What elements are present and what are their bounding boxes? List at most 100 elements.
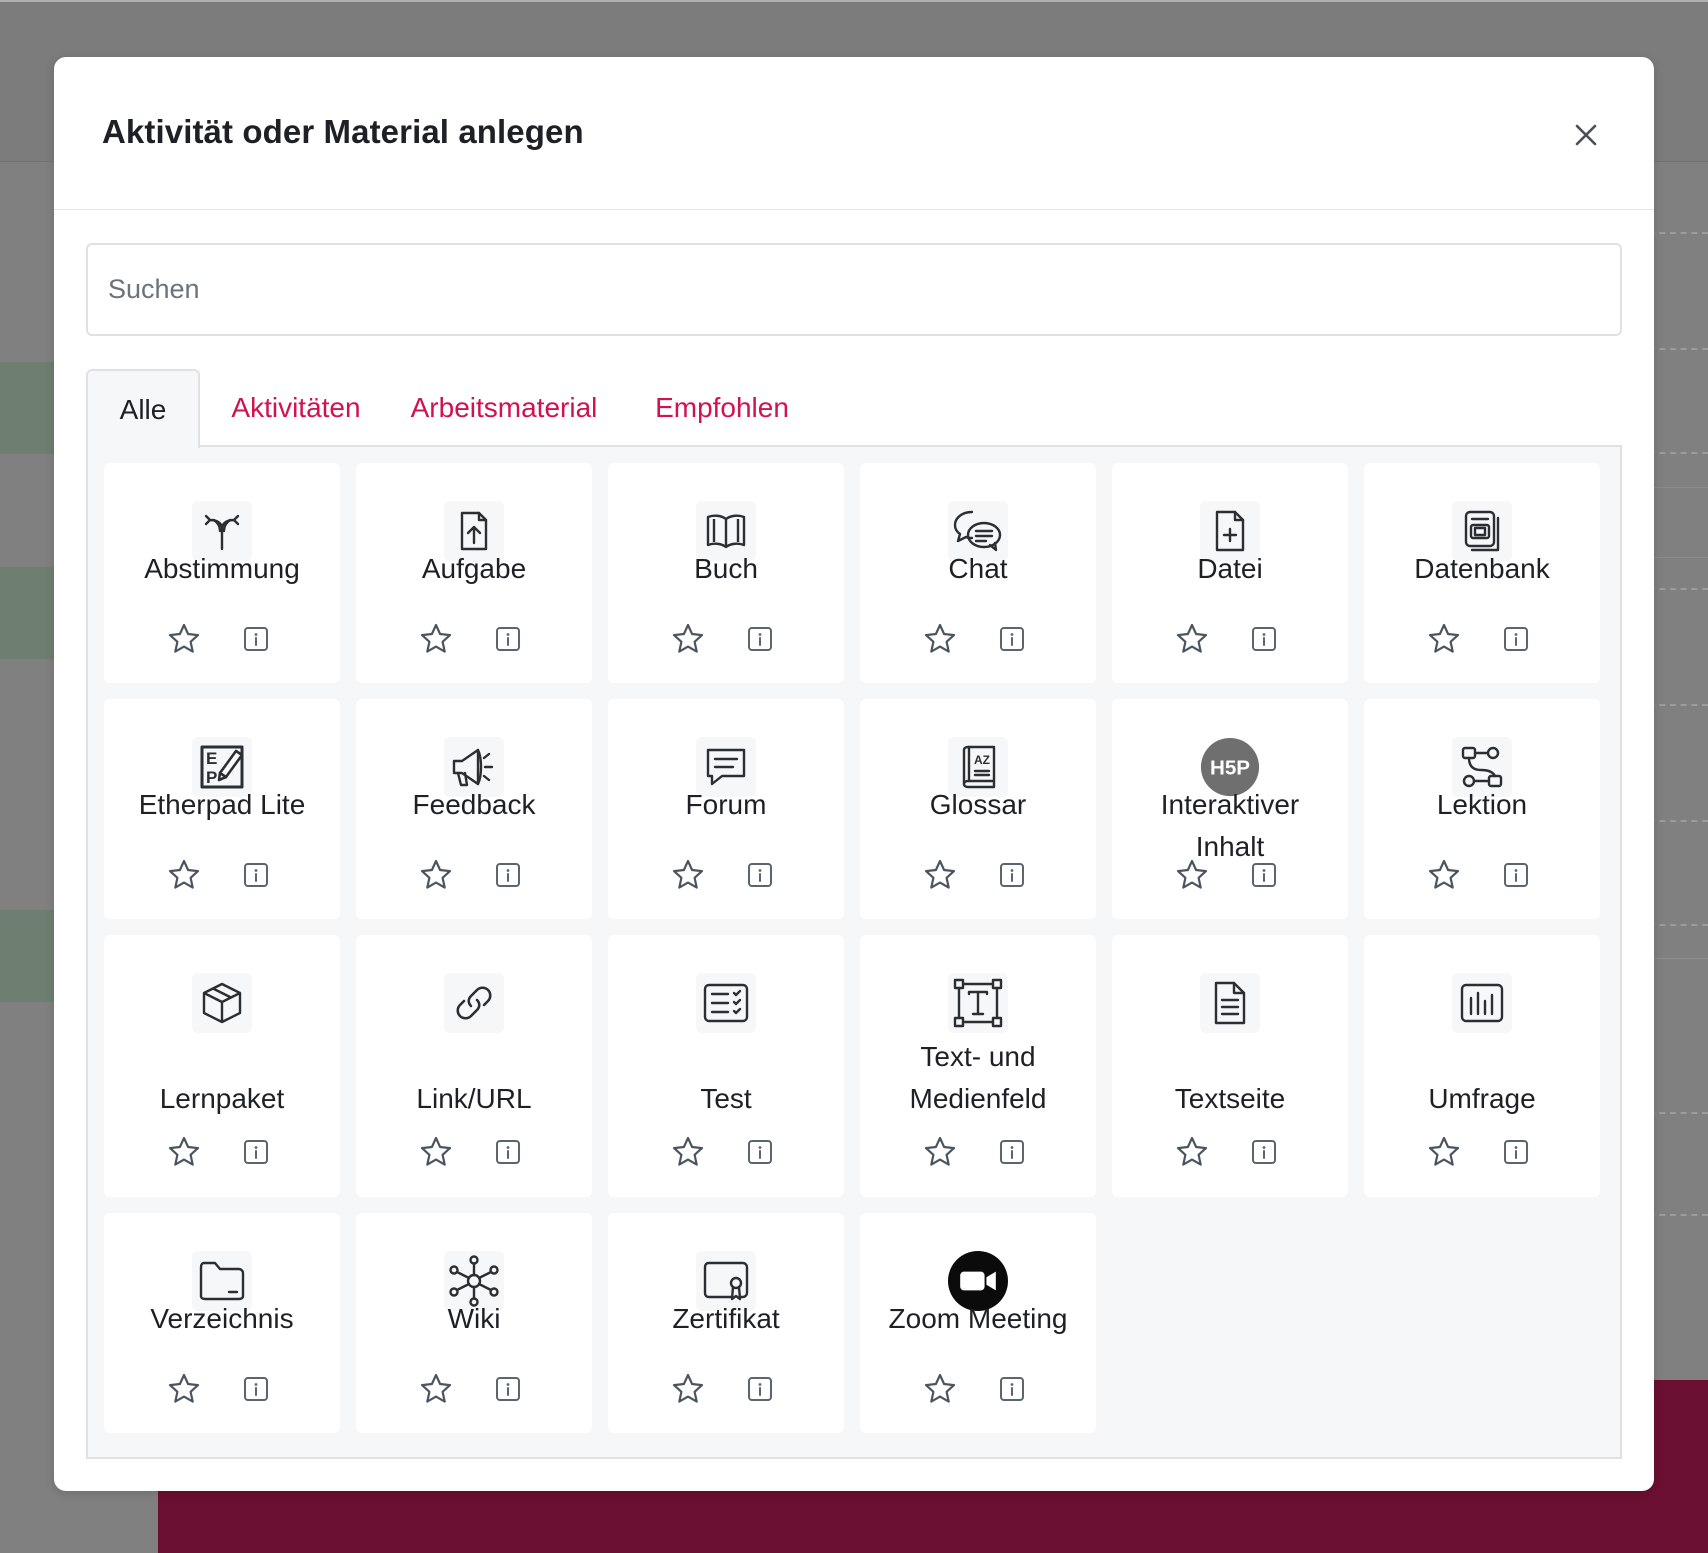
star-button[interactable]	[164, 1369, 204, 1409]
activity-card[interactable]: Chat	[860, 463, 1096, 683]
star-button[interactable]	[1424, 855, 1464, 895]
tab-recommended[interactable]: Empfohlen	[648, 369, 796, 446]
activity-label: Umfrage	[1428, 1083, 1536, 1114]
background-line	[1648, 557, 1708, 558]
info-icon	[496, 863, 520, 887]
info-button[interactable]	[1498, 857, 1534, 893]
info-button[interactable]	[994, 1371, 1030, 1407]
info-button[interactable]	[238, 1134, 274, 1170]
info-icon	[244, 863, 268, 887]
activity-card[interactable]: Abstimmung	[104, 463, 340, 683]
info-button[interactable]	[238, 621, 274, 657]
star-button[interactable]	[1172, 1132, 1212, 1172]
star-button[interactable]	[668, 855, 708, 895]
star-button[interactable]	[1172, 855, 1212, 895]
activity-card[interactable]: Datei	[1112, 463, 1348, 683]
activity-card[interactable]: Aufgabe	[356, 463, 592, 683]
activity-card[interactable]: H5P Interaktiver Inhalt	[1112, 699, 1348, 919]
info-button[interactable]	[490, 621, 526, 657]
star-icon	[168, 623, 200, 653]
star-button[interactable]	[920, 1369, 960, 1409]
star-icon	[672, 859, 704, 889]
info-button[interactable]	[1246, 857, 1282, 893]
info-button[interactable]	[238, 857, 274, 893]
activity-label: Textseite	[1174, 1083, 1286, 1114]
activity-card[interactable]: Lernpaket	[104, 935, 340, 1197]
background-line	[1648, 958, 1708, 959]
star-button[interactable]	[164, 1132, 204, 1172]
info-icon	[244, 627, 268, 651]
star-button[interactable]	[1424, 1132, 1464, 1172]
activity-card[interactable]: E P Etherpad Lite	[104, 699, 340, 919]
svg-text:E: E	[206, 749, 217, 768]
star-button[interactable]	[416, 1369, 456, 1409]
survey-icon	[1452, 973, 1512, 1033]
info-icon	[1504, 1140, 1528, 1164]
info-button[interactable]	[238, 1371, 274, 1407]
star-icon	[420, 623, 452, 653]
star-button[interactable]	[668, 619, 708, 659]
activity-card[interactable]: Forum	[608, 699, 844, 919]
info-button[interactable]	[994, 621, 1030, 657]
star-button[interactable]	[920, 619, 960, 659]
search-input[interactable]	[86, 243, 1622, 336]
info-icon	[496, 1377, 520, 1401]
tab-activities[interactable]: Aktivitäten	[216, 369, 376, 446]
activity-card[interactable]: AZ Glossar	[860, 699, 1096, 919]
star-button[interactable]	[920, 1132, 960, 1172]
star-button[interactable]	[1424, 619, 1464, 659]
info-button[interactable]	[1246, 621, 1282, 657]
activity-card[interactable]: Zertifikat	[608, 1213, 844, 1433]
activity-label: Test	[700, 1083, 752, 1114]
modal-title: Aktivität oder Material anlegen	[102, 113, 584, 150]
activity-card[interactable]: Wiki	[356, 1213, 592, 1433]
star-button[interactable]	[416, 855, 456, 895]
activity-card[interactable]: Textseite	[1112, 935, 1348, 1197]
activity-card[interactable]: Text- und Medienfeld	[860, 935, 1096, 1197]
star-button[interactable]	[1172, 619, 1212, 659]
activity-label: Verzeichnis	[150, 1303, 294, 1334]
info-button[interactable]	[490, 857, 526, 893]
activity-label: Abstimmung	[144, 553, 300, 584]
activity-label: Zoom Meeting	[888, 1303, 1068, 1334]
star-button[interactable]	[164, 855, 204, 895]
activity-card[interactable]: Test	[608, 935, 844, 1197]
activity-card[interactable]: Zoom Meeting	[860, 1213, 1096, 1433]
close-button[interactable]	[1566, 115, 1606, 155]
info-button[interactable]	[742, 857, 778, 893]
activity-card[interactable]: Feedback	[356, 699, 592, 919]
star-button[interactable]	[668, 1369, 708, 1409]
info-icon	[1000, 1140, 1024, 1164]
star-button[interactable]	[416, 1132, 456, 1172]
activity-chooser-modal: Aktivität oder Material anlegen Alle Akt…	[54, 57, 1654, 1491]
star-button[interactable]	[164, 619, 204, 659]
info-button[interactable]	[1498, 1134, 1534, 1170]
info-button[interactable]	[994, 1134, 1030, 1170]
svg-text:AZ: AZ	[974, 753, 990, 767]
info-icon	[1504, 627, 1528, 651]
info-button[interactable]	[490, 1134, 526, 1170]
tab-resources[interactable]: Arbeitsmaterial	[402, 369, 606, 446]
background-block	[0, 567, 60, 659]
info-button[interactable]	[742, 1371, 778, 1407]
star-button[interactable]	[668, 1132, 708, 1172]
star-icon	[1428, 859, 1460, 889]
info-button[interactable]	[1498, 621, 1534, 657]
activity-card[interactable]: Link/URL	[356, 935, 592, 1197]
info-button[interactable]	[490, 1371, 526, 1407]
activity-card[interactable]: Verzeichnis	[104, 1213, 340, 1433]
star-icon	[1176, 859, 1208, 889]
star-button[interactable]	[920, 855, 960, 895]
info-button[interactable]	[994, 857, 1030, 893]
info-button[interactable]	[742, 621, 778, 657]
activity-label: Glossar	[929, 789, 1027, 820]
star-button[interactable]	[416, 619, 456, 659]
info-button[interactable]	[742, 1134, 778, 1170]
tab-all[interactable]: Alle	[86, 369, 200, 448]
activity-card[interactable]: Datenbank	[1364, 463, 1600, 683]
info-button[interactable]	[1246, 1134, 1282, 1170]
star-icon	[672, 1373, 704, 1403]
activity-card[interactable]: Lektion	[1364, 699, 1600, 919]
activity-card[interactable]: Umfrage	[1364, 935, 1600, 1197]
activity-card[interactable]: Buch	[608, 463, 844, 683]
